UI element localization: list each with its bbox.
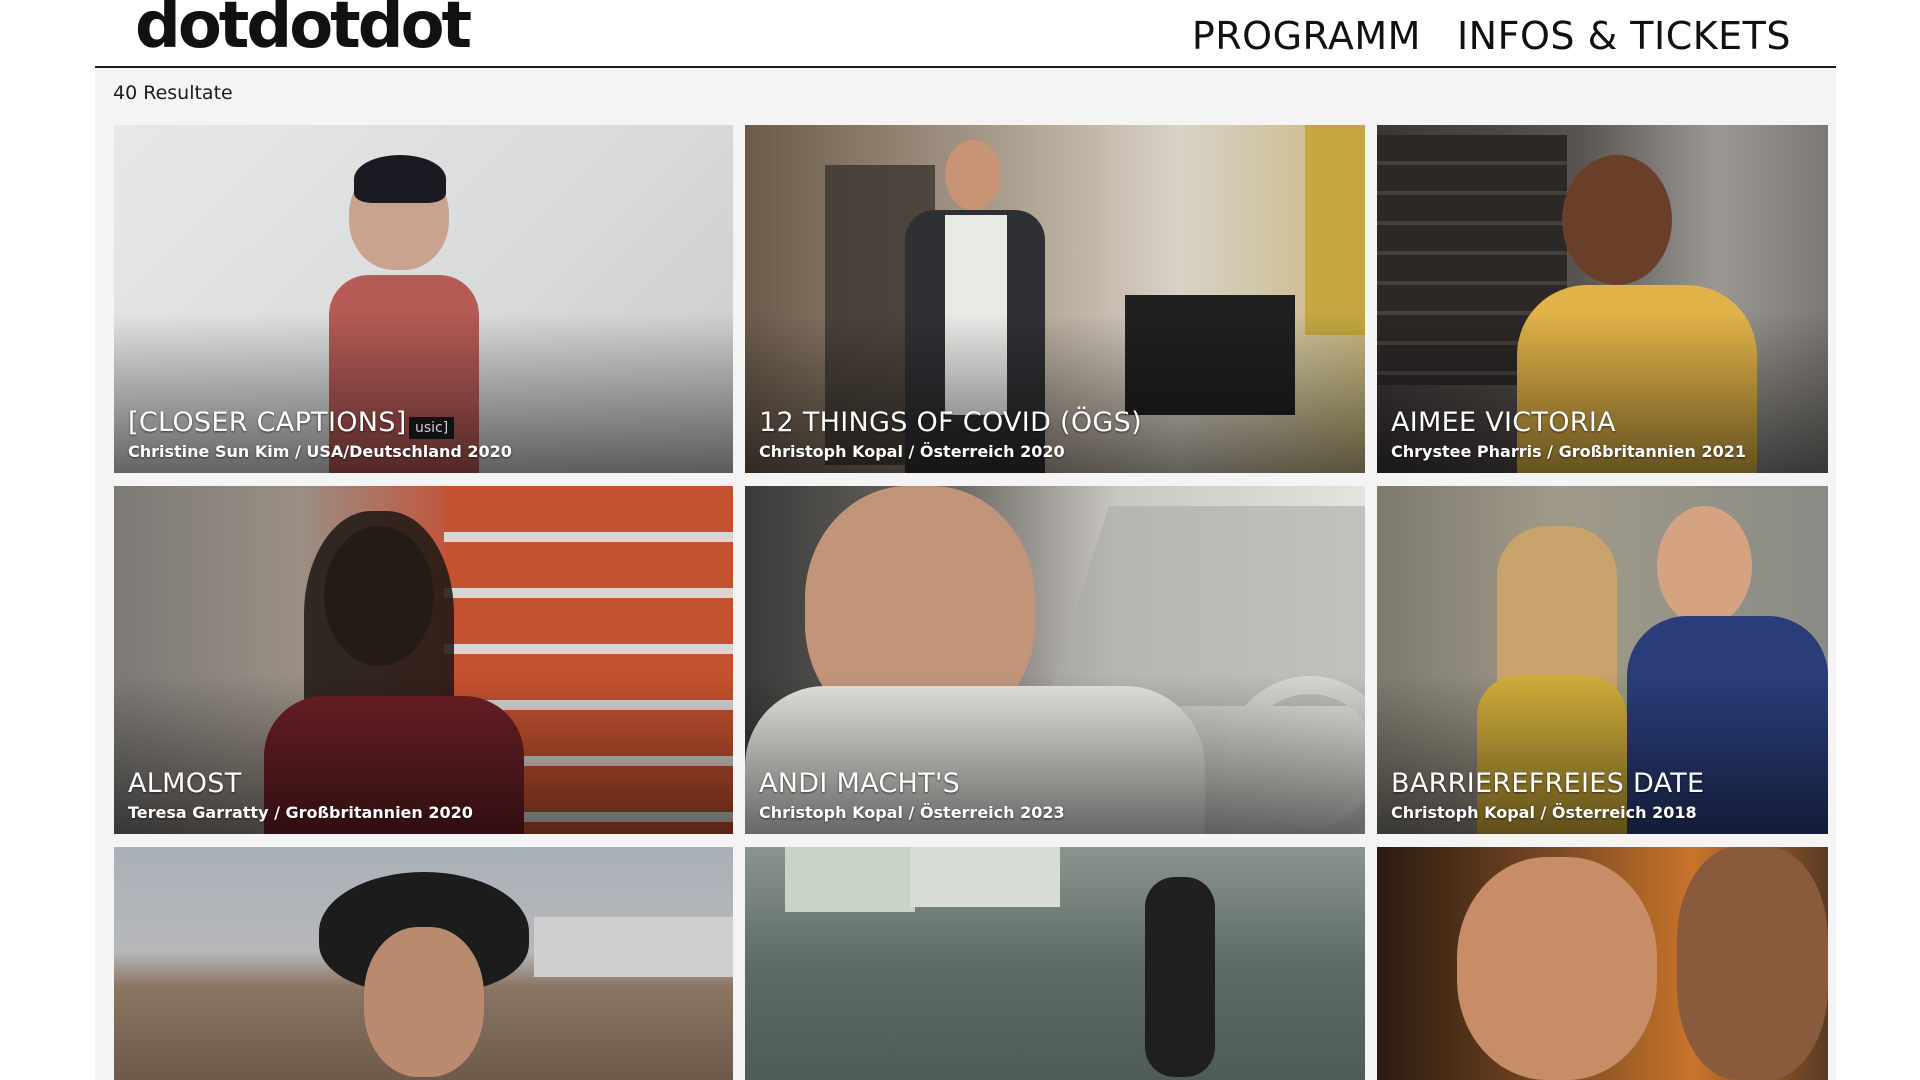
card-text: BARRIEREFREIES DATE Christoph Kopal / Ös… (1391, 767, 1705, 822)
card-title: 12 THINGS OF COVID (ÖGS) (759, 406, 1142, 438)
card-subtitle: Christoph Kopal / Österreich 2020 (759, 442, 1065, 461)
top-bar: dotdotdot PROGRAMM INFOS & TICKETS (95, 0, 1836, 68)
card-title: AIMEE VICTORIA (1391, 406, 1616, 438)
card-title: ANDI MACHT'S (759, 767, 961, 799)
film-card-barrierefreies-date[interactable]: BARRIEREFREIES DATE Christoph Kopal / Ös… (1377, 486, 1828, 834)
card-subtitle: Christoph Kopal / Österreich 2023 (759, 803, 1065, 822)
film-card-closer-captions[interactable]: usic] [CLOSER CAPTIONS] Christine Sun Ki… (114, 125, 733, 473)
window-shape (910, 847, 1060, 907)
film-card-row3-2[interactable] (745, 847, 1365, 1080)
person-figure (1457, 857, 1657, 1080)
card-text: ANDI MACHT'S Christoph Kopal / Österreic… (759, 767, 1065, 822)
film-card-row3-3[interactable] (1377, 847, 1828, 1080)
window-shape (1305, 125, 1365, 335)
nav-programm[interactable]: PROGRAMM (1192, 14, 1421, 58)
card-title: [CLOSER CAPTIONS] (128, 406, 407, 438)
person-figure (1677, 847, 1828, 1080)
card-title: ALMOST (128, 767, 242, 799)
film-card-aimee-victoria[interactable]: AIMEE VICTORIA Chrystee Pharris / Großbr… (1377, 125, 1828, 473)
card-subtitle: Teresa Garratty / Großbritannien 2020 (128, 803, 473, 822)
page: dotdotdot PROGRAMM INFOS & TICKETS 40 Re… (95, 0, 1836, 1080)
person-figure (1562, 155, 1672, 285)
card-title: BARRIEREFREIES DATE (1391, 767, 1705, 799)
card-subtitle: Christoph Kopal / Österreich 2018 (1391, 803, 1697, 822)
card-text: 12 THINGS OF COVID (ÖGS) Christoph Kopal… (759, 406, 1142, 461)
film-card-andi-machts[interactable]: ANDI MACHT'S Christoph Kopal / Österreic… (745, 486, 1365, 834)
main-nav: PROGRAMM INFOS & TICKETS (1192, 14, 1791, 58)
person-figure (945, 140, 1001, 210)
card-subtitle: Christine Sun Kim / USA/Deutschland 2020 (128, 442, 512, 461)
card-text: [CLOSER CAPTIONS] Christine Sun Kim / US… (128, 406, 512, 461)
card-text: AIMEE VICTORIA Chrystee Pharris / Großbr… (1391, 406, 1746, 461)
film-card-row3-1[interactable] (114, 847, 733, 1080)
card-subtitle: Chrystee Pharris / Großbritannien 2021 (1391, 442, 1746, 461)
film-card-almost[interactable]: ALMOST Teresa Garratty / Großbritannien … (114, 486, 733, 834)
hair-shape (354, 155, 446, 203)
person-figure (364, 927, 484, 1077)
buildings-shape (534, 917, 733, 977)
dancer-figure (1145, 877, 1215, 1077)
nav-infos-tickets[interactable]: INFOS & TICKETS (1457, 14, 1791, 58)
window-shape (785, 847, 915, 912)
site-logo[interactable]: dotdotdot (135, 0, 472, 58)
film-card-12-things-of-covid[interactable]: 12 THINGS OF COVID (ÖGS) Christoph Kopal… (745, 125, 1365, 473)
person-figure-man (1657, 506, 1752, 626)
card-text: ALMOST Teresa Garratty / Großbritannien … (128, 767, 473, 822)
results-count: 40 Resultate (113, 82, 233, 104)
